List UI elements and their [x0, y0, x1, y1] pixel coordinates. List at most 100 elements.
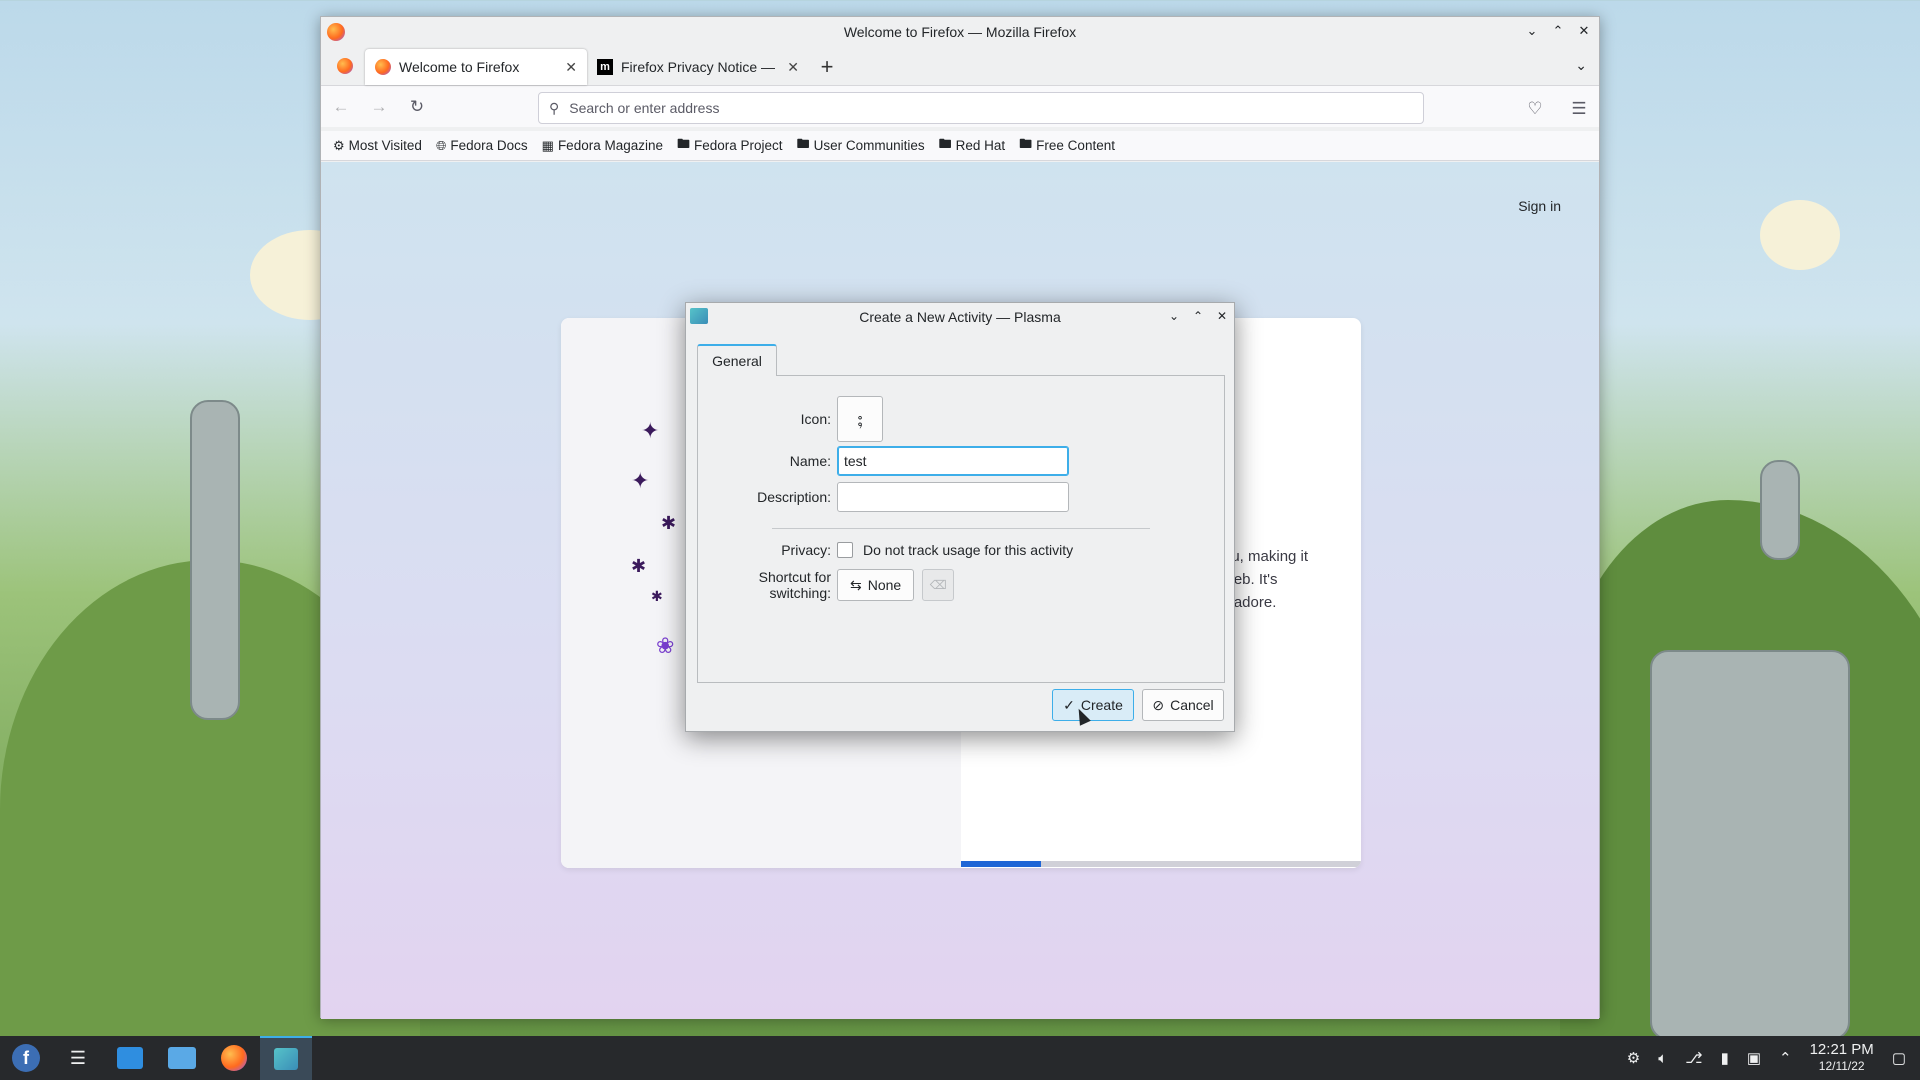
bluetooth-icon[interactable]: ⎇ [1685, 1049, 1702, 1067]
folder-icon: 🖿︎ [938, 135, 952, 151]
address-placeholder: Search or enter address [569, 100, 720, 116]
bookmark-label: Fedora Project [694, 138, 783, 153]
globe-icon: 🌐︎ [435, 137, 447, 153]
hamburger-menu-icon[interactable]: ☰ [1567, 97, 1591, 121]
bookmark-user-communities[interactable]: 🖿︎ User Communities [797, 135, 925, 157]
sign-in-link[interactable]: Sign in [1518, 198, 1561, 214]
wallpaper-cloud [1760, 200, 1840, 270]
list-all-tabs-icon[interactable]: ⌄ [1575, 57, 1587, 74]
system-tray: ⚙ 🔈︎ ⎇ ▮ ▣ ⌃ 12:21 PM 12/11/22 ▢ [1627, 1036, 1920, 1080]
welcome-text-line: ll adore. [1223, 594, 1277, 611]
folder-icon: 🖿︎ [677, 135, 691, 151]
wallpaper-stone [1650, 650, 1850, 1040]
cancel-button[interactable]: ⊘ Cancel [1142, 689, 1224, 721]
create-button[interactable]: ✓ Create [1052, 689, 1134, 721]
volume-icon[interactable]: 🔈︎ [1658, 1050, 1667, 1067]
onboarding-progress [961, 861, 1361, 867]
sparkle-icon: ✱ [661, 513, 677, 533]
forward-arrow-icon[interactable]: → [367, 95, 391, 119]
gear-icon: ⚙ [333, 137, 345, 153]
clock-time: 12:21 PM [1809, 1041, 1874, 1058]
firefox-logo-icon [327, 23, 345, 41]
magazine-icon: ▦ [541, 137, 554, 153]
bookmark-fedora-docs[interactable]: 🌐︎ Fedora Docs [436, 138, 528, 154]
pager-icon: ☰ [69, 1047, 87, 1068]
description-field[interactable] [837, 482, 1069, 512]
firefox-button[interactable] [208, 1036, 260, 1080]
dialog-titlebar: Create a New Activity — Plasma ⌄ ⌃ ✕ [686, 303, 1234, 331]
tab-close-icon[interactable]: ✕ [565, 59, 577, 76]
tab-close-icon[interactable]: ✕ [787, 59, 799, 76]
shortcut-icon: ⇆ [850, 576, 862, 593]
firefox-logo-icon [221, 1045, 247, 1071]
sparkle-icon: ✱ [631, 556, 647, 576]
minimize-icon[interactable]: ⌄ [1523, 21, 1541, 41]
create-activity-dialog: Create a New Activity — Plasma ⌄ ⌃ ✕ Gen… [685, 302, 1235, 732]
network-icon[interactable]: ▣ [1747, 1049, 1761, 1067]
bookmark-free-content[interactable]: 🖿︎ Free Content [1019, 135, 1115, 157]
clock[interactable]: 12:21 PM 12/11/22 [1810, 1042, 1874, 1074]
bookmark-red-hat[interactable]: 🖿︎ Red Hat [939, 135, 1006, 157]
tab-privacy-notice[interactable]: m Firefox Privacy Notice — M ✕ [587, 49, 809, 85]
firefox-logo-icon [337, 58, 353, 74]
bookmark-fedora-magazine[interactable]: ▦ Fedora Magazine [542, 138, 663, 154]
clear-shortcut-icon[interactable]: ⌫ [922, 569, 955, 601]
new-tab-button[interactable]: + [809, 49, 845, 85]
minimize-icon[interactable]: ⌄ [1166, 307, 1182, 325]
folder-app-icon [168, 1047, 196, 1069]
tray-expand-icon[interactable]: ⌃ [1779, 1049, 1792, 1067]
pager-button[interactable]: ☰ [52, 1036, 104, 1080]
activities-icon [690, 308, 708, 324]
back-arrow-icon[interactable]: ← [329, 95, 353, 119]
bookmark-label: Free Content [1036, 138, 1115, 153]
address-bar[interactable]: ⚲ Search or enter address [538, 92, 1424, 124]
activity-icon-button[interactable]: ⨟ [837, 396, 883, 442]
settings-app-icon [117, 1047, 143, 1069]
welcome-text-fragment: ou, making it web. It's ll adore. [1223, 545, 1308, 614]
welcome-text-line: ou, making it [1223, 548, 1309, 565]
battery-icon[interactable]: ▮ [1721, 1049, 1729, 1067]
close-icon[interactable]: ✕ [1214, 307, 1230, 325]
shortcut-label: Shortcut for switching: [758, 569, 831, 601]
clock-date: 12/11/22 [1818, 1059, 1865, 1073]
divider [772, 528, 1150, 529]
tab-welcome[interactable]: Welcome to Firefox ✕ [365, 49, 587, 85]
activities-task-button[interactable] [260, 1036, 312, 1080]
onboarding-progress-fill [961, 861, 1041, 867]
shortcut-button[interactable]: ⇆ None [837, 569, 915, 601]
general-panel: Icon: ⨟ Name: Description: Privacy: Do n… [697, 375, 1225, 683]
firefox-view-button[interactable] [325, 47, 365, 85]
pocket-icon[interactable]: ♡ [1523, 97, 1547, 121]
privacy-checkbox[interactable] [837, 542, 853, 558]
shortcut-value: None [867, 577, 902, 593]
privacy-checkbox-label[interactable]: Do not track usage for this activity [863, 542, 1073, 558]
dialog-title: Create a New Activity — Plasma [859, 309, 1061, 325]
cancel-label: Cancel [1170, 697, 1214, 713]
kde-connect-icon[interactable]: ⚙ [1627, 1049, 1640, 1067]
application-launcher[interactable]: f [0, 1036, 52, 1080]
flower-icon: ❀ [656, 633, 675, 658]
folder-icon: 🖿︎ [1019, 135, 1033, 151]
sparkle-icon: ✦ [631, 468, 650, 493]
sparkle-icon: ✦ [641, 418, 660, 443]
bookmark-most-visited[interactable]: ⚙ Most Visited [333, 138, 422, 154]
maximize-icon[interactable]: ⌃ [1190, 307, 1206, 325]
description-label: Description: [757, 489, 831, 505]
reload-icon[interactable]: ↻ [405, 95, 429, 119]
show-desktop-icon[interactable]: ▢ [1892, 1049, 1906, 1067]
bookmark-fedora-project[interactable]: 🖿︎ Fedora Project [677, 135, 783, 157]
wallpaper-stone [190, 400, 240, 720]
file-manager-button[interactable] [156, 1036, 208, 1080]
firefox-titlebar: Welcome to Firefox — Mozilla Firefox ⌄ ⌃… [321, 17, 1599, 47]
activities-icon [274, 1048, 298, 1070]
create-label: Create [1080, 697, 1123, 713]
taskbar: f ☰ ⚙ 🔈︎ ⎇ ▮ ▣ ⌃ 12:21 PM 12/11/22 ▢ [0, 1036, 1920, 1080]
activity-icon: ⨟ [856, 406, 864, 431]
maximize-icon[interactable]: ⌃ [1549, 21, 1567, 41]
name-field[interactable] [837, 446, 1069, 476]
system-settings-button[interactable] [104, 1036, 156, 1080]
bookmark-label: User Communities [813, 138, 925, 153]
name-label: Name: [789, 453, 831, 469]
tab-general[interactable]: General [697, 344, 777, 376]
close-icon[interactable]: ✕ [1575, 21, 1593, 41]
